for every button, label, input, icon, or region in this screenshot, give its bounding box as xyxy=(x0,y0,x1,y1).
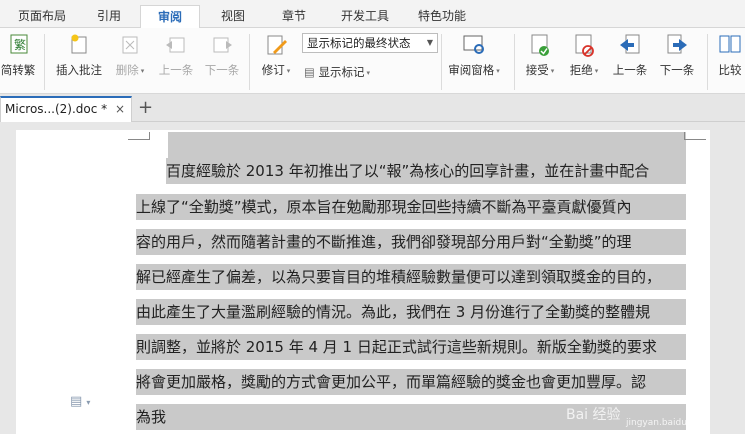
review-pane-button[interactable]: 审阅窗格 ▾ xyxy=(444,32,504,78)
track-changes-button[interactable]: 修订 ▾ xyxy=(256,32,296,78)
menu-tab-special-features[interactable]: 特色功能 xyxy=(406,5,478,28)
close-icon[interactable]: × xyxy=(115,98,125,120)
ribbon-separator xyxy=(707,34,708,90)
svg-text:繁: 繁 xyxy=(14,37,26,52)
paragraph-line: 則調整，並將於 2015 年 4 月 1 日起正式試行這些新規則。新版全勤獎的要… xyxy=(136,334,686,360)
review-pane-icon xyxy=(463,35,484,54)
document-body[interactable]: 百度經驗於 2013 年初推出了以“報”為核心的回享計畫，並在計畫中配合 上線了… xyxy=(136,158,686,434)
margin-corner-left xyxy=(128,132,150,140)
show-markup-icon: ▤ xyxy=(304,65,315,79)
next-comment-label: 下一条 xyxy=(204,63,240,77)
show-markup-button[interactable]: ▤ 显示标记 ▾ xyxy=(304,64,370,80)
accept-change-button[interactable]: 接受 ▾ xyxy=(520,32,560,78)
insert-comment-icon xyxy=(71,34,87,54)
document-canvas[interactable]: 百度經驗於 2013 年初推出了以“報”為核心的回享計畫，並在計畫中配合 上線了… xyxy=(0,122,745,434)
delete-comment-icon xyxy=(122,36,138,54)
wps-writer-window: 页面布局 引用 审阅 视图 章节 开发工具 特色功能 繁 简转繁 插入批注 删除… xyxy=(0,0,745,434)
reject-change-button[interactable]: 拒绝 ▾ xyxy=(564,32,604,78)
paragraph-line: 解已經產生了偏差，以為只要盲目的堆積經驗數量便可以達到領取獎金的目的， xyxy=(136,264,686,290)
insert-comment-label: 插入批注 xyxy=(56,63,102,77)
menu-tab-page-layout[interactable]: 页面布局 xyxy=(4,5,80,28)
paragraph-line: 由此產生了大量濫刷經驗的情況。為此，我們在 3 月份進行了全勤獎的整體規 xyxy=(136,299,686,325)
document-tab[interactable]: Micros...(2).doc * × xyxy=(0,96,132,122)
menu-bar: 页面布局 引用 审阅 视图 章节 开发工具 特色功能 xyxy=(0,0,745,29)
trad-simplified-icon: 繁 xyxy=(10,34,28,54)
next-comment-icon xyxy=(213,37,232,53)
delete-comment-button[interactable]: 删除 ▾ xyxy=(110,32,150,78)
display-mode-value: 显示标记的最终状态 xyxy=(307,36,411,50)
new-tab-button[interactable]: + xyxy=(138,96,153,120)
next-change-icon xyxy=(667,34,687,54)
show-markup-label: 显示标记 xyxy=(318,65,365,79)
menu-tab-section[interactable]: 章节 xyxy=(264,5,324,28)
paragraph-line: 容的用戶，然而隨著計畫的不斷推進，我們卻發現部分用戶對“全勤獎”的理 xyxy=(136,229,686,255)
paragraph-line: 將會更加嚴格，獎勵的方式會更加公平，而單篇經驗的獎金也會更加豐厚。認 xyxy=(136,369,686,395)
prev-comment-button[interactable]: 上一条 xyxy=(154,32,198,78)
margin-corner-right xyxy=(684,132,706,140)
track-changes-label: 修订 ▾ xyxy=(261,63,291,77)
insert-comment-button[interactable]: 插入批注 xyxy=(52,32,106,78)
next-change-label: 下一条 xyxy=(659,63,695,77)
accept-icon xyxy=(531,34,549,56)
reject-icon xyxy=(575,34,594,57)
prev-change-button[interactable]: 上一条 xyxy=(610,32,650,78)
menu-tab-references[interactable]: 引用 xyxy=(82,5,136,28)
paragraph-line: 百度經驗於 2013 年初推出了以“報”為核心的回享計畫，並在計畫中配合 xyxy=(136,158,686,184)
compare-label: 比较 xyxy=(718,63,742,77)
ribbon-separator xyxy=(441,34,442,90)
document-tab-title: Micros...(2).doc * xyxy=(5,102,108,116)
next-comment-button[interactable]: 下一条 xyxy=(200,32,244,78)
compare-icon xyxy=(719,35,741,53)
ribbon-separator xyxy=(514,34,515,90)
trad-simplified-button[interactable]: 繁 简转繁 xyxy=(0,32,40,78)
paste-options-icon[interactable]: ▤ ▾ xyxy=(70,394,90,409)
chevron-down-icon: ▼ xyxy=(426,38,433,47)
delete-comment-label: 删除 ▾ xyxy=(115,63,145,77)
paragraph-line: 上線了“全勤獎”模式，原本旨在勉勵那現金回些持續不斷為平臺貢獻優質內 xyxy=(136,194,686,220)
ribbon-separator xyxy=(249,34,250,90)
prev-change-label: 上一条 xyxy=(612,63,648,77)
menu-tab-view[interactable]: 视图 xyxy=(206,5,260,28)
watermark-brand: Bai 经验 xyxy=(566,407,621,423)
next-change-button[interactable]: 下一条 xyxy=(655,32,699,78)
selection-highlight xyxy=(168,132,686,158)
prev-comment-label: 上一条 xyxy=(158,63,194,77)
prev-comment-icon xyxy=(166,37,185,53)
review-ribbon: 繁 简转繁 插入批注 删除▾ 上一条 下一条 修订▾ 显示标记的最终状态 ▼ xyxy=(0,28,745,94)
reject-label: 拒绝 ▾ xyxy=(569,63,599,77)
document-tab-strip: Micros...(2).doc * × + xyxy=(0,94,745,122)
display-mode-select[interactable]: 显示标记的最终状态 ▼ xyxy=(302,33,438,53)
document-page[interactable]: 百度經驗於 2013 年初推出了以“報”為核心的回享計畫，並在計畫中配合 上線了… xyxy=(16,130,710,434)
watermark-url: jingyan.baidu.com xyxy=(626,418,710,428)
prev-change-icon xyxy=(620,34,640,54)
track-changes-icon xyxy=(267,35,287,55)
menu-tab-developer[interactable]: 开发工具 xyxy=(330,5,400,28)
menu-tab-review[interactable]: 审阅 xyxy=(140,5,200,29)
ribbon-separator xyxy=(44,34,45,90)
trad-simplified-label: 简转繁 xyxy=(0,63,36,77)
compare-button[interactable]: 比较 xyxy=(712,32,745,78)
accept-label: 接受 ▾ xyxy=(525,63,555,77)
review-pane-label: 审阅窗格 ▾ xyxy=(448,63,500,77)
